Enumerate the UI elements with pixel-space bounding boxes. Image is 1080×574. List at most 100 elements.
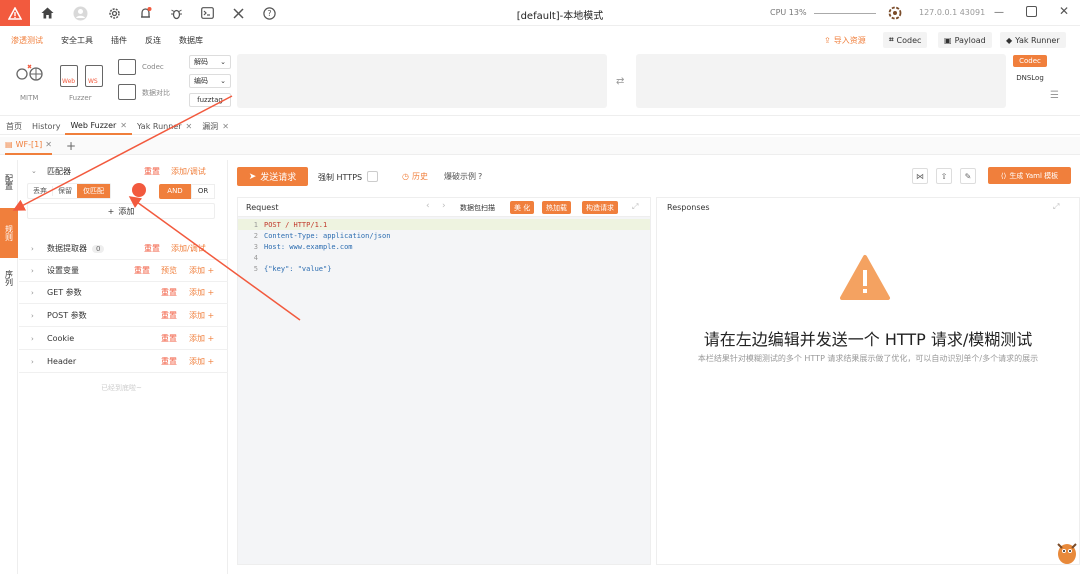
maximize-icon[interactable] <box>1026 6 1037 17</box>
add-tab-icon[interactable]: + <box>66 139 76 153</box>
codec-tag[interactable]: Codec <box>1013 55 1047 67</box>
variables-preview-button[interactable]: 预览 <box>161 265 177 276</box>
examples-button[interactable]: 爆破示例? <box>444 171 482 182</box>
variables-add-button[interactable]: 添加 + <box>189 265 214 276</box>
avatar-icon[interactable] <box>72 5 88 21</box>
tab-yak-runner[interactable]: Yak Runner ✕ <box>132 119 197 135</box>
header-section[interactable]: › Header 重置 添加 + <box>19 351 228 373</box>
gear-icon[interactable] <box>106 5 122 21</box>
extractor-reset-button[interactable]: 重置 <box>144 243 160 254</box>
next-icon[interactable]: › <box>442 201 446 211</box>
minimize-icon[interactable]: — <box>994 7 1004 18</box>
build-request-button[interactable]: 构造请求 <box>582 201 618 214</box>
menu-tab-pentest[interactable]: 渗透测试 <box>11 35 43 46</box>
header-add-button[interactable]: 添加 + <box>189 356 214 367</box>
fullscreen-icon[interactable]: ⤢ <box>632 202 638 212</box>
tab-web-fuzzer[interactable]: Web Fuzzer ✕ <box>65 119 132 135</box>
menu-tab-security-tools[interactable]: 安全工具 <box>61 35 93 46</box>
send-request-button[interactable]: ➤ 发送请求 <box>237 167 308 186</box>
encode-select[interactable]: 编码 ⌄ <box>189 74 231 88</box>
fullscreen-icon[interactable]: ⤢ <box>1053 202 1059 212</box>
decode-select[interactable]: 解码 ⌄ <box>189 55 231 69</box>
rail-rules[interactable]: 规则 <box>0 208 18 258</box>
help-icon[interactable]: ? <box>261 5 277 21</box>
hot-reload-button[interactable]: 热加载 <box>542 201 571 214</box>
share-icon[interactable]: ⋈ <box>912 168 928 184</box>
sub-tab-wf1[interactable]: ▤ WF-[1] ✕ <box>5 137 52 155</box>
compare-label[interactable]: 数据对比 <box>142 88 170 98</box>
packet-scan-button[interactable]: 数据包扫描 <box>460 203 495 213</box>
edit-icon[interactable]: ✎ <box>960 168 976 184</box>
tab-home[interactable]: 首页 <box>1 119 27 135</box>
matcher-add-debug-button[interactable]: 添加/调试 <box>171 166 206 177</box>
yak-runner-button[interactable]: ◆ Yak Runner <box>1000 32 1066 48</box>
mitm-icon[interactable] <box>14 62 46 90</box>
force-https-checkbox[interactable] <box>367 171 378 182</box>
yak-mascot-icon[interactable] <box>1056 536 1078 566</box>
variables-reset-button[interactable]: 重置 <box>134 265 150 276</box>
mode-match-only-button[interactable]: 仅匹配 <box>77 184 110 198</box>
extractor-section[interactable]: › 数据提取器 0 重置 添加/调试 <box>19 238 228 260</box>
request-editor[interactable]: Request ‹ › 数据包扫描 美 化 热加载 构造请求 ⤢ 1 POST … <box>237 197 651 565</box>
terminal-icon[interactable] <box>199 5 215 21</box>
codec-tool-icon[interactable] <box>118 59 136 75</box>
get-params-section[interactable]: › GET 参数 重置 添加 + <box>19 282 228 304</box>
response-title: Responses <box>667 203 710 212</box>
codec-tool-label[interactable]: Codec <box>142 63 164 71</box>
fuzztag-button[interactable]: fuzztag <box>189 93 231 107</box>
get-params-add-button[interactable]: 添加 + <box>189 287 214 298</box>
matcher-reset-button[interactable]: 重置 <box>144 166 160 177</box>
history-button[interactable]: ◷ 历史 <box>402 171 428 182</box>
get-params-reset-button[interactable]: 重置 <box>161 287 177 298</box>
generate-yaml-button[interactable]: ⟨⟩ 生成 Yaml 模板 <box>988 167 1071 184</box>
bell-icon[interactable] <box>137 5 153 21</box>
post-params-reset-button[interactable]: 重置 <box>161 310 177 321</box>
export-icon[interactable]: ⇧ <box>936 168 952 184</box>
post-params-section[interactable]: › POST 参数 重置 添加 + <box>19 305 228 327</box>
rail-sequence[interactable]: 序列 <box>0 260 18 296</box>
tab-vulns[interactable]: 漏洞 ✕ <box>197 119 234 135</box>
matcher-add-button[interactable]: + 添加 <box>27 203 215 219</box>
header-reset-button[interactable]: 重置 <box>161 356 177 367</box>
beautify-button[interactable]: 美 化 <box>510 201 535 214</box>
list-icon[interactable]: ☰ <box>1050 90 1059 101</box>
home-icon[interactable] <box>39 5 55 21</box>
variables-section[interactable]: › 设置变量 重置 预览 添加 + <box>19 260 228 282</box>
import-resource-button[interactable]: ⇪ 导入资源 <box>818 32 872 48</box>
tools-icon[interactable] <box>230 5 246 21</box>
menu-tab-database[interactable]: 数据库 <box>179 35 203 46</box>
rail-config[interactable]: 配置 <box>0 164 18 200</box>
engine-icon[interactable] <box>888 6 902 20</box>
codec-output[interactable] <box>636 54 1006 108</box>
menu-tab-reverse[interactable]: 反连 <box>145 35 161 46</box>
logic-or-button[interactable]: OR <box>191 183 215 199</box>
cookie-section[interactable]: › Cookie 重置 添加 + <box>19 328 228 350</box>
codec-input[interactable] <box>237 54 607 108</box>
tab-history[interactable]: History <box>27 119 65 135</box>
mode-retain-button[interactable]: 保留 <box>52 186 77 196</box>
close-icon[interactable]: ✕ <box>222 122 229 131</box>
cookie-reset-button[interactable]: 重置 <box>161 333 177 344</box>
web-fuzzer-icon[interactable]: Web <box>60 65 78 87</box>
dnslog-tag[interactable]: DNSLog <box>1013 72 1047 84</box>
post-params-add-button[interactable]: 添加 + <box>189 310 214 321</box>
ws-fuzzer-icon[interactable]: WS <box>85 65 103 87</box>
logic-and-button[interactable]: AND <box>159 183 191 199</box>
mode-discard-button[interactable]: 丢弃 <box>28 186 52 196</box>
close-icon[interactable]: ✕ <box>45 140 52 149</box>
close-icon[interactable]: ✕ <box>185 122 192 131</box>
menu-tab-plugins[interactable]: 插件 <box>111 35 127 46</box>
compare-icon[interactable] <box>118 84 136 100</box>
matcher-section[interactable]: ⌄ 匹配器 重置 添加/调试 <box>19 160 228 182</box>
warning-icon[interactable] <box>0 0 30 26</box>
bug-icon[interactable] <box>168 5 184 21</box>
close-icon[interactable]: ✕ <box>1059 4 1069 18</box>
color-picker-dot[interactable] <box>132 183 146 197</box>
prev-icon[interactable]: ‹ <box>426 201 430 211</box>
swap-icon[interactable]: ⇄ <box>616 76 624 87</box>
codec-button[interactable]: ⌗ Codec <box>883 32 928 48</box>
close-icon[interactable]: ✕ <box>120 121 127 130</box>
extractor-add-debug-button[interactable]: 添加/调试 <box>171 243 206 254</box>
payload-button[interactable]: ▣ Payload <box>938 32 992 48</box>
cookie-add-button[interactable]: 添加 + <box>189 333 214 344</box>
